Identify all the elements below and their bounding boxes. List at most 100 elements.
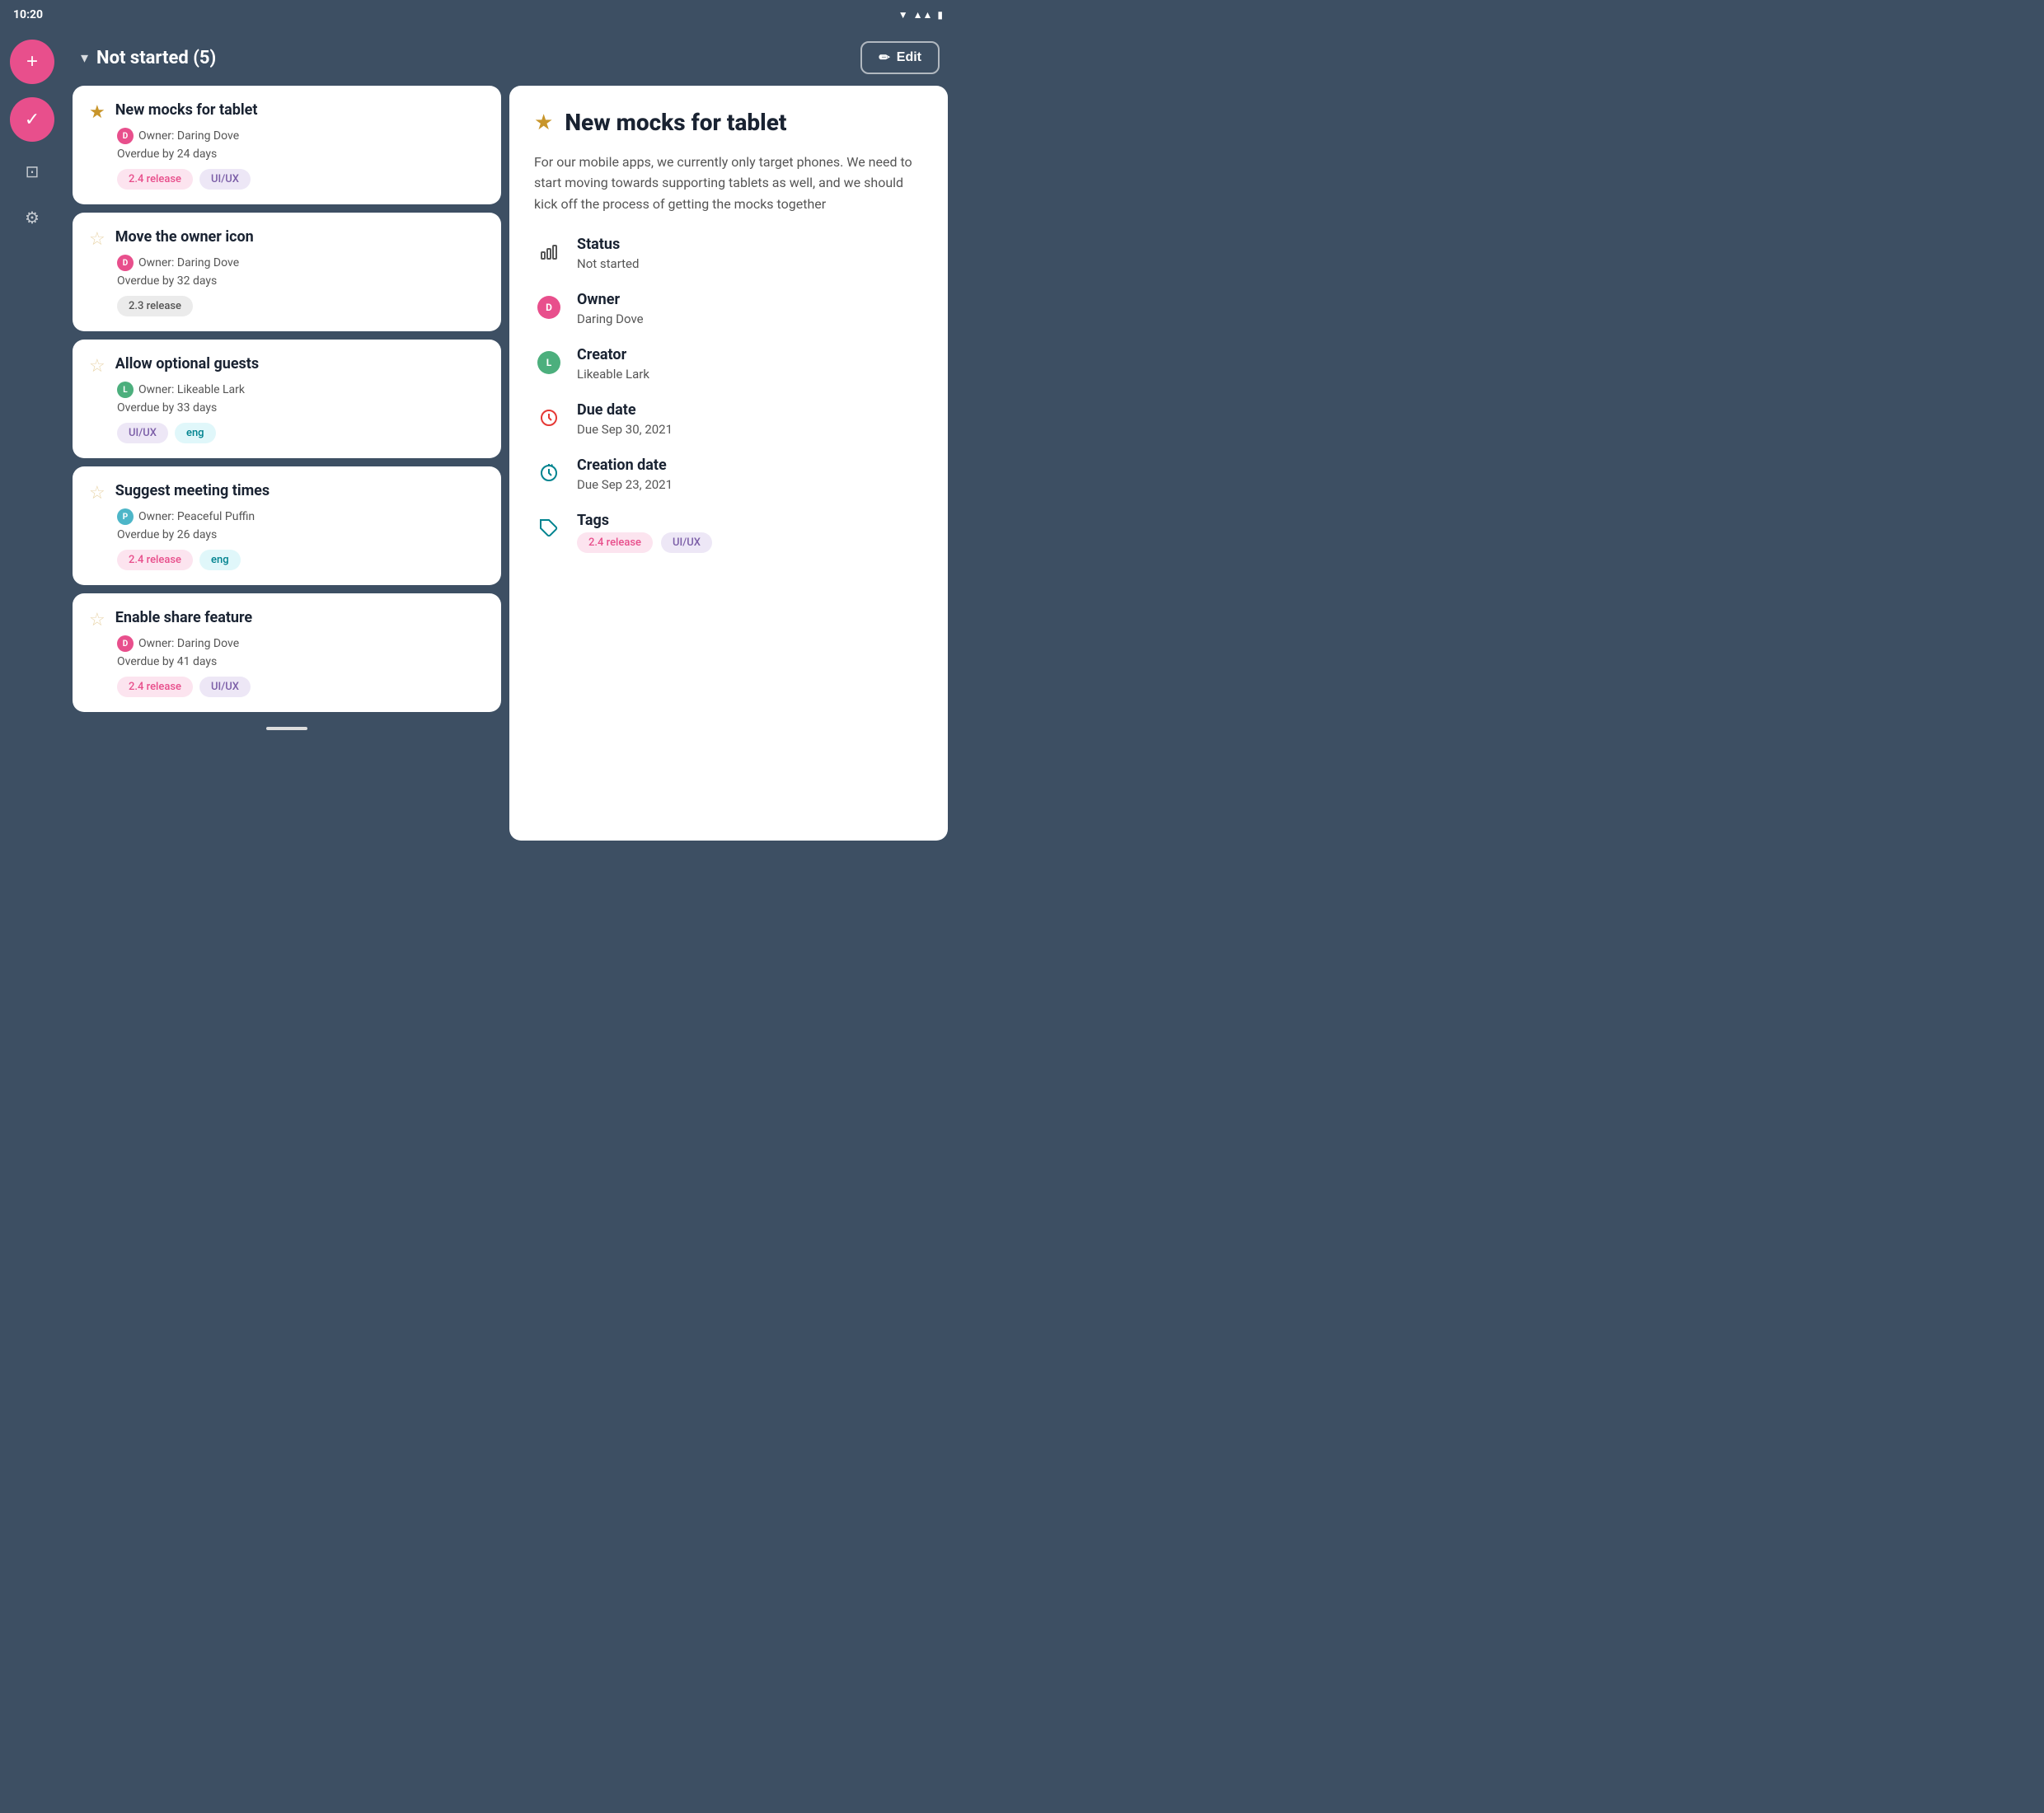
task-list-panel: ★ New mocks for tablet D Owner: Daring D… bbox=[73, 86, 501, 841]
owner-value: Daring Dove bbox=[577, 312, 644, 326]
status-icons: ▼ ▲▲ ▮ bbox=[898, 9, 943, 21]
detail-description: For our mobile apps, we currently only t… bbox=[534, 152, 923, 215]
creation-date-label: Creation date bbox=[577, 457, 673, 474]
task-card-4[interactable]: ☆ Suggest meeting times P Owner: Peacefu… bbox=[73, 466, 501, 585]
status-label: Status bbox=[577, 236, 639, 253]
task-card-5[interactable]: ☆ Enable share feature D Owner: Daring D… bbox=[73, 593, 501, 712]
tag-uiux-3[interactable]: UI/UX bbox=[117, 423, 168, 443]
owner-avatar-icon: D bbox=[534, 293, 564, 322]
owner-avatar-4: P bbox=[117, 508, 134, 525]
detail-tags-field: Tags 2.4 release UI/UX bbox=[534, 512, 923, 553]
tags-4: 2.4 release eng bbox=[117, 550, 485, 570]
battery-icon: ▮ bbox=[937, 9, 943, 21]
creator-avatar-icon: L bbox=[534, 348, 564, 377]
star-filled-icon: ★ bbox=[89, 102, 105, 123]
task-meta-4: P Owner: Peaceful Puffin Overdue by 26 d… bbox=[117, 508, 485, 570]
gear-icon: ⚙ bbox=[25, 208, 40, 228]
overdue-5: Overdue by 41 days bbox=[117, 655, 485, 668]
star-empty-icon-4: ☆ bbox=[89, 483, 105, 504]
tag-release-2[interactable]: 2.3 release bbox=[117, 296, 193, 316]
owner-avatar-2: D bbox=[117, 255, 134, 271]
overdue-3: Overdue by 33 days bbox=[117, 401, 485, 415]
detail-creation-date-field: Creation date Due Sep 23, 2021 bbox=[534, 457, 923, 492]
task-card-1[interactable]: ★ New mocks for tablet D Owner: Daring D… bbox=[73, 86, 501, 204]
status-time: 10:20 bbox=[13, 8, 43, 21]
status-bar: 10:20 ▼ ▲▲ ▮ bbox=[0, 0, 956, 30]
creation-date-value: Due Sep 23, 2021 bbox=[577, 477, 673, 492]
pencil-icon: ✏ bbox=[879, 49, 889, 66]
task-meta-5: D Owner: Daring Dove Overdue by 41 days … bbox=[117, 635, 485, 697]
task-owner-1: D Owner: Daring Dove bbox=[117, 128, 485, 144]
tags-label: Tags bbox=[577, 512, 712, 529]
owner-avatar-5: D bbox=[117, 635, 134, 652]
detail-title-row: ★ New mocks for tablet bbox=[534, 109, 923, 137]
status-value: Not started bbox=[577, 256, 639, 271]
task-title-2: Move the owner icon bbox=[115, 227, 254, 246]
detail-due-date-field: Due date Due Sep 30, 2021 bbox=[534, 401, 923, 437]
inbox-button[interactable]: ⊡ bbox=[16, 155, 49, 188]
wifi-icon: ▼ bbox=[898, 9, 908, 21]
task-meta-3: L Owner: Likeable Lark Overdue by 33 day… bbox=[117, 382, 485, 443]
detail-status-field: Status Not started bbox=[534, 236, 923, 271]
tags-5: 2.4 release UI/UX bbox=[117, 677, 485, 697]
settings-button[interactable]: ⚙ bbox=[16, 201, 49, 234]
panels: ★ New mocks for tablet D Owner: Daring D… bbox=[64, 86, 956, 849]
due-date-value: Due Sep 30, 2021 bbox=[577, 422, 673, 437]
creator-value: Likeable Lark bbox=[577, 367, 649, 382]
page-title: Not started (5) bbox=[96, 48, 216, 68]
star-empty-icon-3: ☆ bbox=[89, 356, 105, 377]
tag-uiux-1[interactable]: UI/UX bbox=[199, 169, 251, 190]
task-title-3: Allow optional guests bbox=[115, 354, 259, 373]
detail-tags-list: 2.4 release UI/UX bbox=[577, 532, 712, 553]
tags-3: UI/UX eng bbox=[117, 423, 485, 443]
detail-tag-uiux[interactable]: UI/UX bbox=[661, 532, 712, 553]
tag-release-5[interactable]: 2.4 release bbox=[117, 677, 193, 697]
overdue-1: Overdue by 24 days bbox=[117, 148, 485, 161]
chevron-down-icon[interactable]: ▾ bbox=[81, 49, 88, 67]
inbox-icon: ⊡ bbox=[26, 162, 40, 182]
task-card-2[interactable]: ☆ Move the owner icon D Owner: Daring Do… bbox=[73, 213, 501, 331]
due-date-icon bbox=[534, 403, 564, 433]
tag-eng-3[interactable]: eng bbox=[175, 423, 216, 443]
main-layout: + ✓ ⊡ ⚙ ▾ Not started (5) ✏ Edit bbox=[0, 30, 956, 849]
detail-star-icon: ★ bbox=[534, 110, 553, 135]
content-area: ▾ Not started (5) ✏ Edit ★ New mocks for… bbox=[64, 30, 956, 849]
header: ▾ Not started (5) ✏ Edit bbox=[64, 30, 956, 86]
owner-avatar-3: L bbox=[117, 382, 134, 398]
due-date-label: Due date bbox=[577, 401, 673, 419]
scroll-indicator bbox=[266, 727, 307, 730]
task-card-3[interactable]: ☆ Allow optional guests L Owner: Likeabl… bbox=[73, 340, 501, 458]
detail-tag-release[interactable]: 2.4 release bbox=[577, 532, 653, 553]
task-meta-2: D Owner: Daring Dove Overdue by 32 days … bbox=[117, 255, 485, 316]
edit-button[interactable]: ✏ Edit bbox=[860, 41, 940, 74]
task-title-1: New mocks for tablet bbox=[115, 101, 258, 119]
tasks-button[interactable]: ✓ bbox=[10, 97, 54, 142]
overdue-4: Overdue by 26 days bbox=[117, 528, 485, 541]
task-meta-1: D Owner: Daring Dove Overdue by 24 days … bbox=[117, 128, 485, 190]
overdue-2: Overdue by 32 days bbox=[117, 274, 485, 288]
tags-icon bbox=[534, 513, 564, 543]
tags-2: 2.3 release bbox=[117, 296, 485, 316]
creation-date-icon bbox=[534, 458, 564, 488]
task-owner-4: P Owner: Peaceful Puffin bbox=[117, 508, 485, 525]
add-button[interactable]: + bbox=[10, 40, 54, 84]
check-icon: ✓ bbox=[25, 109, 40, 130]
star-empty-icon-5: ☆ bbox=[89, 610, 105, 630]
tag-eng-4[interactable]: eng bbox=[199, 550, 241, 570]
owner-avatar-1: D bbox=[117, 128, 134, 144]
star-empty-icon-2: ☆ bbox=[89, 229, 105, 250]
task-owner-2: D Owner: Daring Dove bbox=[117, 255, 485, 271]
tag-release-4[interactable]: 2.4 release bbox=[117, 550, 193, 570]
task-owner-5: D Owner: Daring Dove bbox=[117, 635, 485, 652]
sidebar: + ✓ ⊡ ⚙ bbox=[0, 30, 64, 849]
tag-release-1[interactable]: 2.4 release bbox=[117, 169, 193, 190]
creator-label: Creator bbox=[577, 346, 649, 363]
detail-title: New mocks for tablet bbox=[565, 109, 786, 137]
tag-uiux-5[interactable]: UI/UX bbox=[199, 677, 251, 697]
detail-creator-field: L Creator Likeable Lark bbox=[534, 346, 923, 382]
status-icon bbox=[534, 237, 564, 267]
task-title-4: Suggest meeting times bbox=[115, 481, 270, 500]
task-title-5: Enable share feature bbox=[115, 608, 252, 627]
task-owner-3: L Owner: Likeable Lark bbox=[117, 382, 485, 398]
tags-1: 2.4 release UI/UX bbox=[117, 169, 485, 190]
